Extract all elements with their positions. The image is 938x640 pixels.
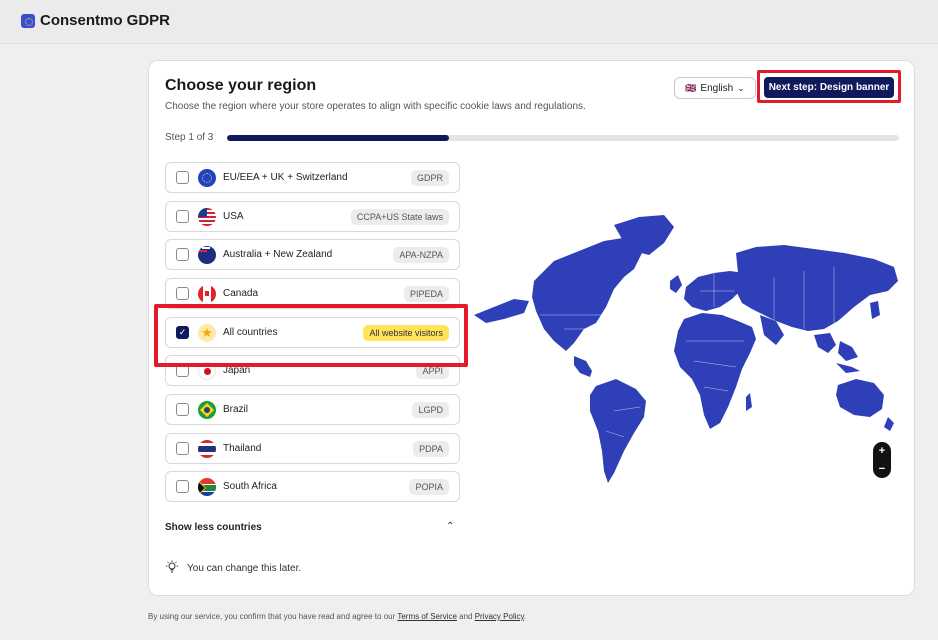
za-flag-icon [198,477,216,496]
world-map[interactable] [474,211,902,486]
footer-text-before: By using our service, you confirm that y… [148,612,398,621]
map-zoom-control: + − [873,442,891,478]
show-less-toggle[interactable]: Show less countries [165,522,262,533]
zoom-in-button[interactable]: + [879,445,885,457]
region-name: EU/EEA + UK + Switzerland [223,172,348,183]
region-name: Australia + New Zealand [223,249,333,260]
footer-text: By using our service, you confirm that y… [148,612,526,621]
app-logo-icon [21,14,35,28]
region-law-badge: POPIA [409,478,449,495]
region-law-badge: CCPA+US State laws [350,208,449,225]
region-law-badge: LGPD [412,401,449,418]
region-law-badge: APA-NZPA [393,246,449,263]
region-option[interactable]: South Africa POPIA [165,471,460,502]
chevron-down-icon: ⌄ [737,82,745,93]
region-option[interactable]: USA CCPA+US State laws [165,201,460,232]
region-checkbox[interactable] [176,210,189,223]
lightbulb-icon [166,560,178,573]
region-name: Thailand [223,443,262,454]
us-flag-icon [198,207,216,226]
region-name: USA [223,211,244,222]
region-checkbox[interactable] [176,403,189,416]
footer-and: and [456,612,475,621]
region-law-badge: PDPA [413,440,449,457]
region-checkbox[interactable] [176,287,189,300]
app-title: Consentmo GDPR [40,12,171,29]
chevron-up-icon[interactable]: ⌃ [446,521,454,532]
all-countries-highlight [154,304,468,367]
eu-flag-icon [198,168,216,187]
progress-bar [227,135,899,141]
ca-flag-icon [198,284,216,303]
region-name: South Africa [223,481,277,492]
language-label: English [700,82,734,94]
language-select[interactable]: 🇬🇧 English ⌄ [674,77,756,99]
region-checkbox[interactable] [176,480,189,493]
uk-flag-icon: 🇬🇧 [685,82,697,93]
region-option[interactable]: Thailand PDPA [165,433,460,464]
terms-of-service-link[interactable]: Terms of Service [397,612,457,621]
step-label: Step 1 of 3 [165,132,214,143]
page-title: Choose your region [165,77,317,94]
zoom-out-button[interactable]: − [879,463,885,475]
region-checkbox[interactable] [176,442,189,455]
region-law-badge: PIPEDA [403,285,449,302]
region-option[interactable]: EU/EEA + UK + Switzerland GDPR [165,162,460,193]
progress-fill [227,135,449,141]
region-checkbox[interactable] [176,171,189,184]
region-name: Brazil [223,404,249,415]
region-card: Choose your region Choose the region whe… [148,60,915,596]
footer-end: . [523,612,527,621]
top-bar: Consentmo GDPR [0,0,938,44]
region-option[interactable]: Brazil LGPD [165,394,460,425]
region-law-badge: GDPR [410,169,449,186]
th-flag-icon [198,439,216,458]
tip-text: You can change this later. [187,563,302,574]
next-step-button[interactable]: Next step: Design banner [764,77,894,98]
region-option[interactable]: Australia + New Zealand APA-NZPA [165,239,460,270]
au-flag-icon [198,245,216,264]
region-name: Canada [223,288,259,299]
privacy-policy-link[interactable]: Privacy Policy [475,612,524,621]
page-subtitle: Choose the region where your store opera… [165,101,586,112]
br-flag-icon [198,400,216,419]
world-map-landmass [474,215,898,483]
region-checkbox[interactable] [176,248,189,261]
